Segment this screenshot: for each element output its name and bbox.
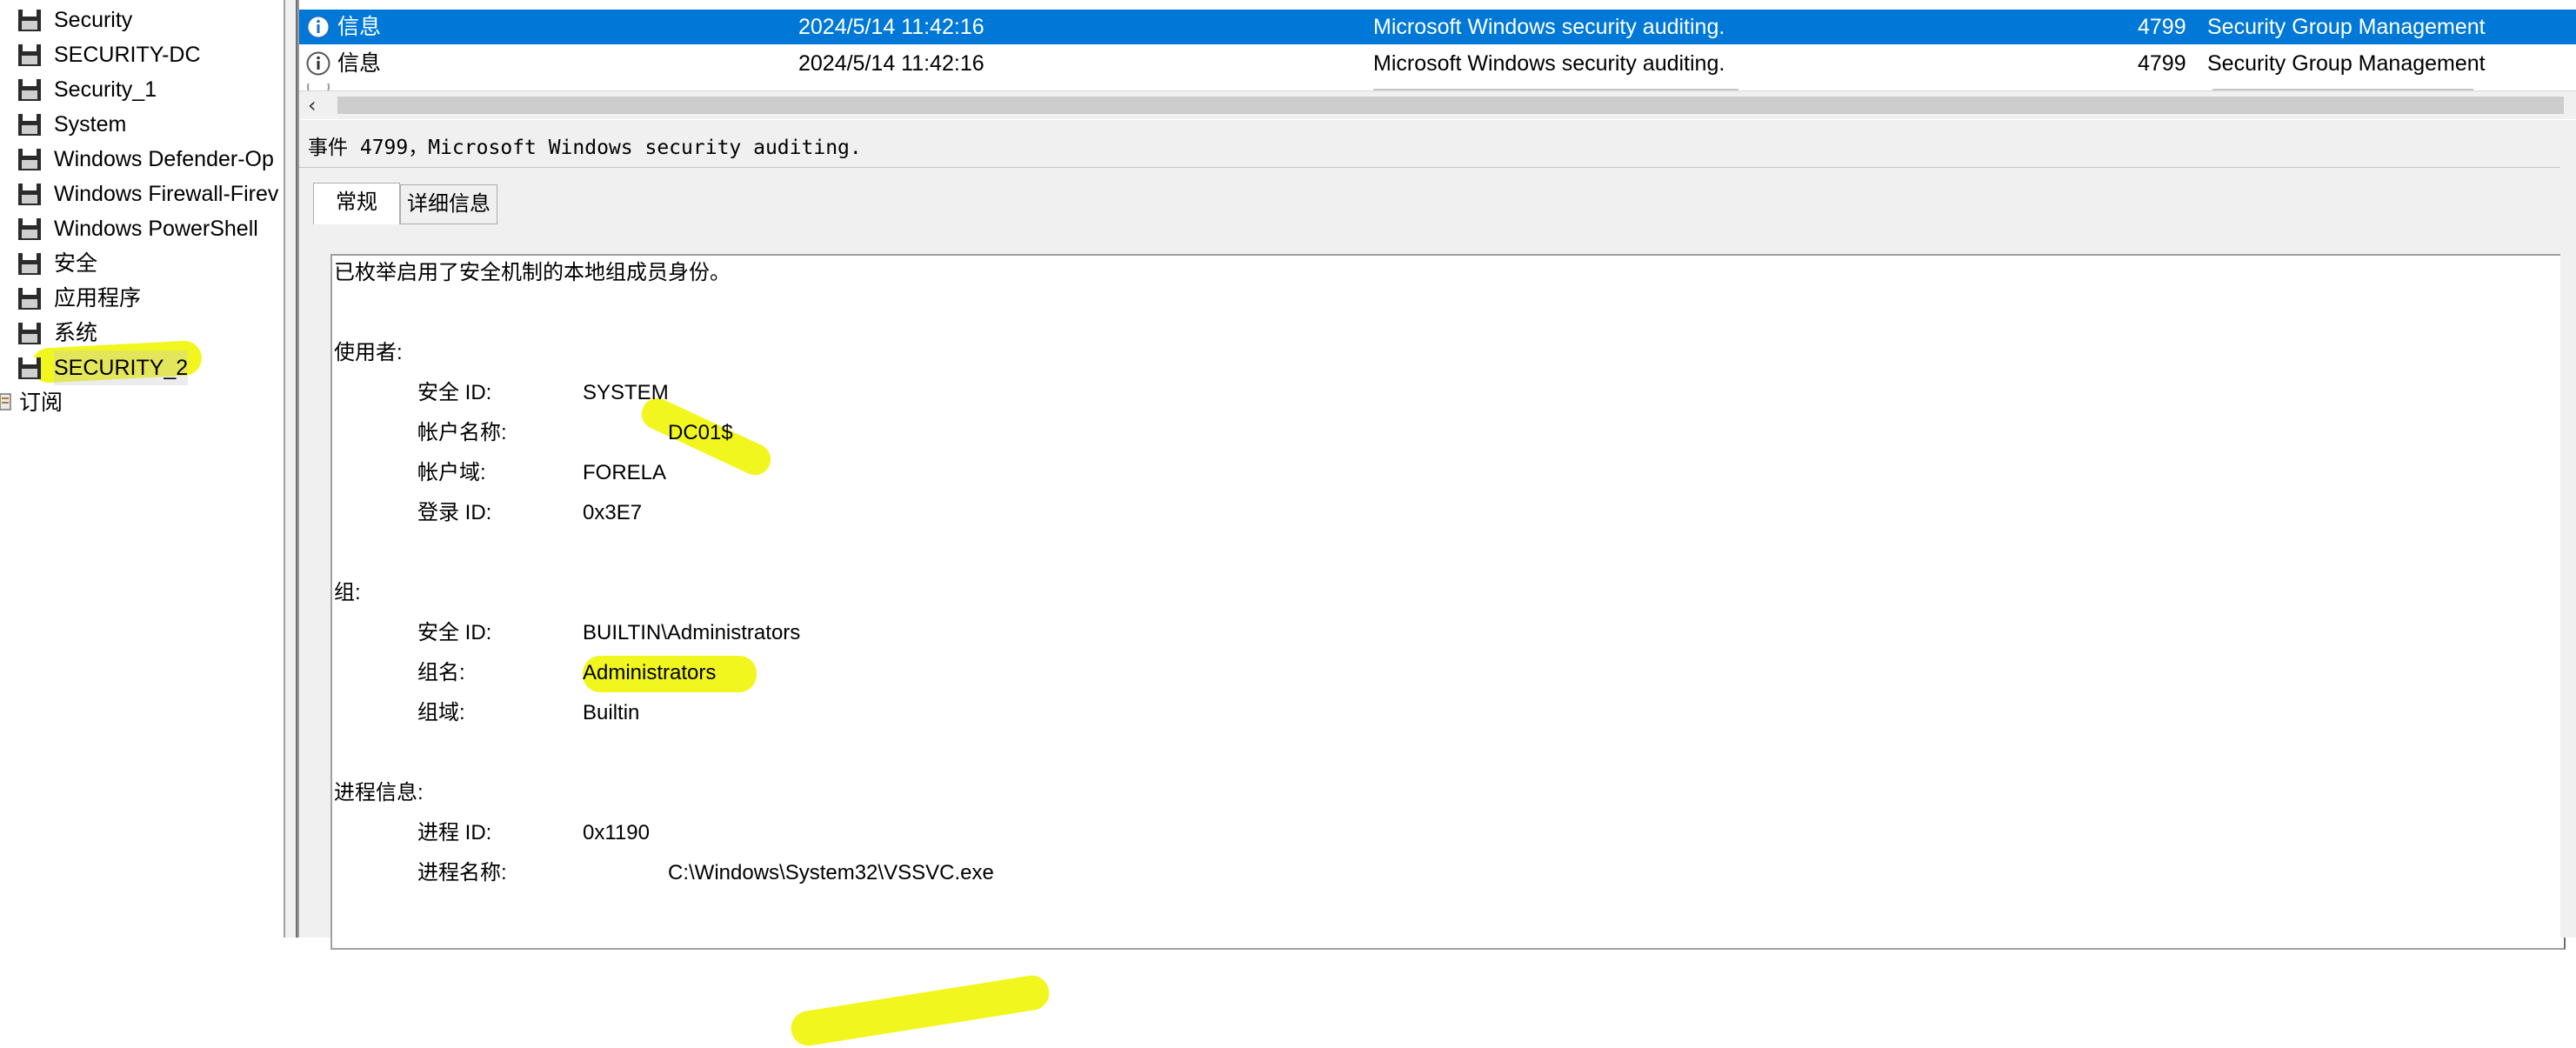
event-log-icon	[17, 217, 42, 241]
field-label: 组域:	[417, 701, 465, 724]
tree-item-windows-firewall[interactable]: Windows Firewall-Firev	[0, 177, 284, 211]
cell-task-category: Security Group Management	[2207, 15, 2486, 39]
scroll-left-icon[interactable]: ‹	[308, 95, 317, 116]
tree-item-security-cn[interactable]: 安全	[0, 246, 284, 281]
tree-item-security-1[interactable]: Security_1	[0, 72, 284, 107]
tree-item-label: 应用程序	[54, 286, 142, 310]
cell-task-category: Security Group Management	[2207, 51, 2486, 76]
field-label: 进程 ID:	[417, 821, 492, 844]
field-value-process-name: C:\Windows\System32\VSSVC.exe	[668, 861, 994, 884]
tab-details[interactable]: 详细信息	[400, 184, 497, 224]
event-log-icon	[17, 9, 42, 32]
tab-general[interactable]: 常规	[313, 183, 400, 224]
field-label: 帐户域:	[417, 461, 486, 484]
field-value-group-domain: Builtin	[583, 701, 640, 724]
field-label: 安全 ID:	[417, 621, 492, 644]
field-value-logon-id: 0x3E7	[583, 501, 643, 524]
field-value-account-name: DC01$	[668, 421, 733, 444]
cell-source: Microsoft Windows security auditing.	[1373, 15, 1725, 39]
field-value-subject-security-id: SYSTEM	[583, 381, 669, 404]
field-value-group-name: Administrators	[583, 661, 717, 684]
vertical-scrollbar[interactable]	[2560, 120, 2576, 938]
tree-item-label: 订阅	[19, 390, 63, 415]
event-details-header: 事件 4799，Microsoft Windows security audit…	[308, 137, 862, 159]
event-log-icon	[17, 357, 42, 380]
tree-item-system[interactable]: System	[0, 107, 284, 142]
tree-item-label: Windows Defender-Op	[54, 147, 274, 171]
event-log-icon	[17, 113, 42, 137]
scrollbar-thumb[interactable]	[337, 97, 2564, 114]
tree-item-windows-defender[interactable]: Windows Defender-Op	[0, 142, 284, 177]
field-label: 帐户名称:	[417, 421, 507, 444]
tree-item-windows-powershell[interactable]: Windows PowerShell	[0, 211, 284, 246]
cell-date: 2024/5/14 11:42:16	[798, 51, 984, 76]
field-label: 进程名称:	[417, 861, 507, 884]
event-log-icon	[17, 252, 42, 276]
event-log-icon	[17, 78, 42, 102]
cell-level: 信息	[337, 51, 382, 76]
tree-item-label: SECURITY-DC	[54, 43, 201, 67]
cell-event-id: 4799	[2138, 51, 2186, 76]
cell-date: 2024/5/14 11:42:16	[798, 15, 984, 39]
cell-event-id: 4799	[2138, 15, 2186, 39]
event-description: 已枚举启用了安全机制的本地组成员身份。	[334, 261, 731, 284]
field-label: 安全 ID:	[417, 381, 492, 404]
tab-label: 详细信息	[407, 192, 491, 216]
event-log-icon	[17, 183, 42, 206]
info-icon	[306, 51, 330, 76]
event-log-icon	[17, 322, 42, 345]
field-label: 登录 ID:	[417, 501, 492, 524]
field-value-account-domain: FORELA	[583, 461, 667, 484]
tree-item-label: Windows Firewall-Firev	[54, 182, 279, 206]
subscription-icon	[0, 392, 12, 413]
cell-level: 信息	[337, 15, 382, 39]
table-row[interactable]: 信息 2024/5/14 11:42:16 Microsoft Windows …	[299, 46, 2576, 81]
tree-item-label: 系统	[54, 321, 98, 345]
pane-splitter[interactable]	[284, 0, 297, 938]
tree-item-label: 安全	[54, 251, 98, 276]
tree-item-label: Windows PowerShell	[54, 217, 258, 241]
tree-item-security[interactable]: Security	[0, 3, 284, 37]
tree-item-label: SECURITY_2	[54, 350, 189, 385]
process-heading: 进程信息:	[334, 781, 424, 804]
event-list: 信息 2024/5/14 11:42:16 Microsoft Windows …	[297, 0, 2576, 120]
highlighter-mark-process-name	[788, 972, 1052, 1048]
field-value-group-security-id: BUILTIN\Administrators	[583, 621, 801, 644]
subject-heading: 使用者:	[334, 341, 403, 364]
tree-item-label: Security	[54, 8, 133, 32]
event-description-box[interactable]: 已枚举启用了安全机制的本地组成员身份。 使用者: 安全 ID: SYSTEM 帐…	[330, 254, 2566, 1048]
tree-item-application-cn[interactable]: 应用程序	[0, 281, 284, 316]
tree-item-label: System	[54, 112, 127, 137]
divider	[299, 167, 2576, 168]
event-log-tree: Security SECURITY-DC Security_1 System W…	[0, 0, 284, 938]
tree-item-system-cn[interactable]: 系统	[0, 316, 284, 350]
group-heading: 组:	[334, 581, 361, 604]
tree-item-label: Security_1	[54, 77, 157, 102]
event-log-icon	[17, 43, 42, 67]
tab-label: 常规	[336, 190, 377, 214]
tree-item-subscriptions[interactable]: 订阅	[0, 385, 284, 420]
field-label: 组名:	[417, 661, 465, 684]
event-details-pane: 事件 4799，Microsoft Windows security audit…	[297, 120, 2576, 1048]
event-log-icon	[17, 148, 42, 171]
field-value-process-id: 0x1190	[583, 821, 650, 844]
info-icon	[306, 15, 330, 39]
cell-source: Microsoft Windows security auditing.	[1373, 51, 1725, 76]
tree-item-security-2[interactable]: SECURITY_2	[0, 350, 284, 385]
horizontal-scrollbar[interactable]: ‹	[299, 90, 2576, 119]
tree-item-security-dc[interactable]: SECURITY-DC	[0, 37, 284, 72]
event-log-icon	[17, 287, 42, 310]
table-row-selected[interactable]: 信息 2024/5/14 11:42:16 Microsoft Windows …	[299, 10, 2576, 44]
